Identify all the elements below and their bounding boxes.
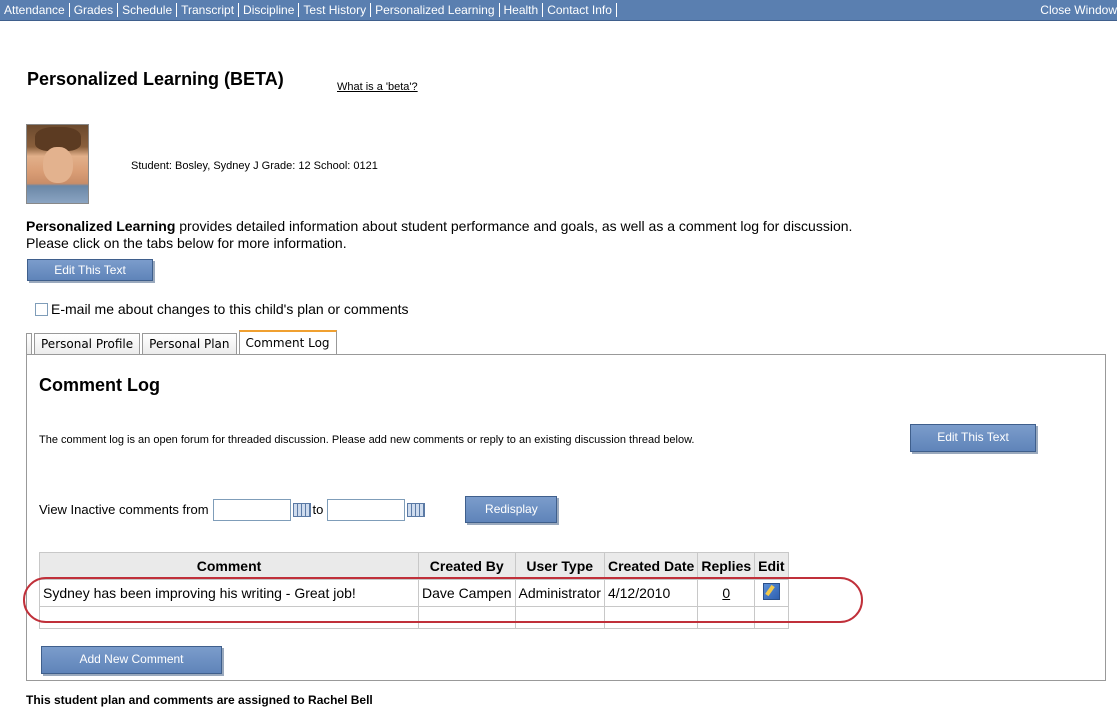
calendar-icon[interactable] — [407, 502, 426, 517]
inactive-filter: View Inactive comments from to Redisplay — [39, 496, 558, 523]
empty-row — [39, 606, 789, 629]
created-by-cell: Dave Campen — [418, 579, 516, 607]
assignment-note: This student plan and comments are assig… — [26, 693, 373, 707]
comment-cell: Sydney has been improving his writing - … — [39, 579, 419, 607]
to-date-input[interactable] — [327, 498, 406, 521]
nav-attendance[interactable]: Attendance — [0, 3, 70, 17]
personalized-learning-description: Personalized Learning provides detailed … — [26, 218, 1106, 252]
user-type-cell: Administrator — [514, 579, 605, 607]
email-checkbox-label: E-mail me about changes to this child's … — [51, 301, 409, 317]
inactive-from-label: View Inactive comments from — [39, 502, 209, 517]
nav-health[interactable]: Health — [500, 3, 544, 17]
replies-cell: 0 — [697, 579, 756, 607]
replies-link[interactable]: 0 — [722, 585, 730, 601]
col-comment: Comment — [39, 552, 419, 580]
top-nav: Attendance Grades Schedule Transcript Di… — [0, 0, 1117, 21]
col-created-date: Created Date — [603, 552, 699, 580]
description-line1: provides detailed information about stud… — [175, 218, 853, 234]
tab-personal-profile[interactable]: Personal Profile — [34, 333, 141, 354]
created-date-cell: 4/12/2010 — [603, 579, 699, 607]
nav-contact-info[interactable]: Contact Info — [543, 3, 617, 17]
table-header-row: Comment Created By User Type Created Dat… — [39, 552, 789, 580]
col-edit: Edit — [754, 552, 789, 580]
student-info: Student: Bosley, Sydney J Grade: 12 Scho… — [131, 160, 378, 172]
nav-transcript[interactable]: Transcript — [177, 3, 240, 17]
comment-table: Comment Created By User Type Created Dat… — [39, 552, 789, 629]
edit-this-text-button[interactable]: Edit This Text — [27, 259, 153, 281]
nav-schedule[interactable]: Schedule — [118, 3, 178, 17]
nav-test-history[interactable]: Test History — [299, 3, 372, 17]
edit-cell — [754, 579, 789, 607]
email-checkbox[interactable] — [35, 302, 48, 316]
col-created-by: Created By — [418, 552, 516, 580]
calendar-icon[interactable] — [292, 502, 311, 517]
col-replies: Replies — [697, 552, 756, 580]
what-is-beta-link[interactable]: What is a 'beta'? — [337, 81, 418, 93]
comment-log-panel: Comment Log The comment log is an open f… — [26, 354, 1106, 681]
tab-bar: Personal Profile Personal Plan Comment L… — [26, 329, 339, 355]
redisplay-button[interactable]: Redisplay — [465, 496, 558, 523]
tab-spacer — [26, 333, 32, 354]
edit-icon[interactable] — [762, 583, 780, 600]
col-user-type: User Type — [514, 552, 605, 580]
table-row: Sydney has been improving his writing - … — [39, 579, 789, 607]
add-new-comment-button[interactable]: Add New Comment — [41, 646, 222, 674]
tab-personal-plan[interactable]: Personal Plan — [142, 333, 237, 354]
photo-face — [43, 147, 73, 183]
nav-grades[interactable]: Grades — [70, 3, 119, 17]
comment-log-edit-text-button[interactable]: Edit This Text — [910, 424, 1036, 452]
comment-log-description: The comment log is an open forum for thr… — [39, 434, 695, 446]
student-photo — [26, 124, 89, 204]
email-option: E-mail me about changes to this child's … — [35, 301, 409, 317]
nav-discipline[interactable]: Discipline — [239, 3, 300, 17]
from-date-input[interactable] — [212, 498, 291, 521]
close-window-link[interactable]: Close Window — [1040, 3, 1117, 17]
description-bold: Personalized Learning — [26, 218, 176, 234]
tab-comment-log[interactable]: Comment Log — [238, 330, 337, 355]
comment-log-title: Comment Log — [39, 375, 160, 395]
description-line2: Please click on the tabs below for more … — [26, 235, 347, 251]
nav-personalized-learning[interactable]: Personalized Learning — [371, 3, 500, 17]
inactive-to-label: to — [312, 502, 324, 517]
page-title: Personalized Learning (BETA) — [27, 69, 284, 89]
